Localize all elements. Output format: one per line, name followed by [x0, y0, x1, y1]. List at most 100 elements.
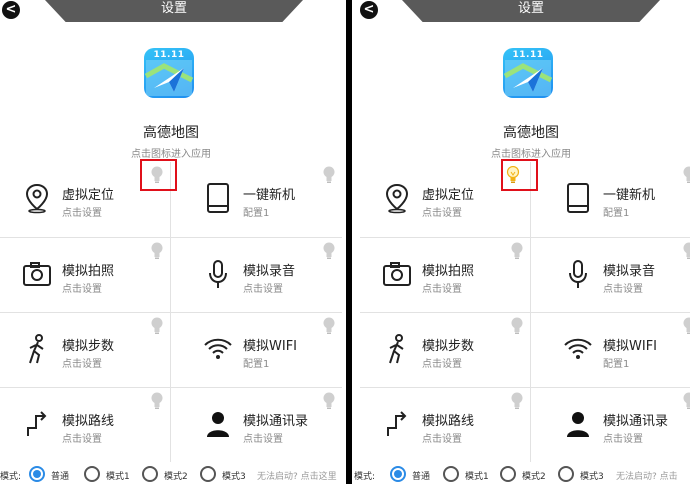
feature-title: 模拟拍照 — [422, 264, 475, 279]
feature-title: 模拟拍照 — [62, 264, 115, 279]
feature-new-device[interactable]: 一键新机 配置1 — [531, 162, 690, 237]
feature-steps[interactable]: 模拟步数 点击设置 — [360, 312, 531, 387]
walking-icon — [29, 334, 44, 364]
wifi-icon — [204, 338, 232, 359]
feature-route[interactable]: 模拟路线 点击设置 — [360, 387, 531, 462]
feature-subtitle: 点击设置 — [62, 284, 102, 295]
feature-title: 模拟录音 — [243, 264, 296, 279]
mode-radio-1[interactable] — [443, 466, 459, 482]
feature-route[interactable]: 模拟路线 点击设置 — [0, 387, 171, 462]
lightbulb-icon[interactable] — [682, 317, 690, 335]
feature-subtitle: 点击设置 — [243, 284, 283, 295]
mode-label: 模式: — [354, 472, 376, 482]
feature-photo[interactable]: 模拟拍照 点击设置 — [0, 237, 171, 312]
feature-subtitle: 点击设置 — [243, 434, 283, 445]
microphone-icon — [209, 260, 227, 288]
feature-subtitle: 配置1 — [603, 208, 630, 219]
feature-title: 一键新机 — [243, 188, 296, 203]
feature-contacts[interactable]: 模拟通讯录 点击设置 — [171, 387, 342, 462]
mode-radio-2[interactable] — [142, 466, 158, 482]
mode-radio-3[interactable] — [558, 466, 574, 482]
feature-title: 模拟步数 — [62, 339, 115, 354]
lightbulb-icon[interactable] — [682, 392, 690, 410]
feature-subtitle: 配置1 — [243, 359, 270, 370]
page-title: 设置 — [45, 0, 303, 22]
lightbulb-icon[interactable] — [150, 242, 164, 260]
phone-device-icon — [207, 183, 229, 213]
feature-title: 虚拟定位 — [62, 188, 115, 203]
mode-radio-normal[interactable] — [390, 466, 406, 482]
feature-new-device[interactable]: 一键新机 配置1 — [171, 162, 342, 237]
lightbulb-icon[interactable] — [322, 242, 336, 260]
app-icon[interactable]: 11.11 — [144, 48, 194, 98]
right-screen: < 设置 11.11 高德地图 点击图标进入应用 虚拟定位 点击设置 一键新机 … — [352, 0, 690, 484]
feature-subtitle: 点击设置 — [422, 208, 462, 219]
feature-contacts[interactable]: 模拟通讯录 点击设置 — [531, 387, 690, 462]
mode-bar: 模式: 普通 模式1 模式2 模式3 无法启动? 点击 — [352, 464, 690, 484]
lightbulb-icon[interactable] — [150, 317, 164, 335]
feature-title: 模拟通讯录 — [603, 414, 669, 429]
contact-person-icon — [567, 412, 589, 437]
mode-bar: 模式: 普通 模式1 模式2 模式3 无法启动? 点击这里 — [0, 464, 346, 484]
camera-icon — [23, 262, 51, 286]
feature-subtitle: 点击设置 — [603, 284, 643, 295]
location-pin-icon — [385, 183, 409, 214]
lightbulb-icon[interactable] — [322, 166, 336, 184]
contact-person-icon — [207, 412, 229, 437]
feature-grid: 虚拟定位 点击设置 一键新机 配置1 模拟拍照 点击设置 模拟录音 点击设置 模… — [0, 162, 342, 462]
navigation-arrow-icon — [503, 60, 553, 96]
mode-option-label: 模式1 — [465, 472, 489, 482]
mode-option-label: 普通 — [51, 472, 70, 482]
mode-radio-normal[interactable] — [29, 466, 45, 482]
lightbulb-icon[interactable] — [682, 242, 690, 260]
feature-grid: 虚拟定位 点击设置 一键新机 配置1 模拟拍照 点击设置 模拟录音 点击设置 模… — [360, 162, 690, 462]
mode-option-label: 模式3 — [580, 472, 604, 482]
feature-wifi[interactable]: 模拟WIFI 配置1 — [531, 312, 690, 387]
camera-icon — [383, 262, 411, 286]
lightbulb-icon[interactable] — [682, 166, 690, 184]
feature-subtitle: 配置1 — [603, 359, 630, 370]
lightbulb-icon[interactable] — [510, 242, 524, 260]
mode-option-label: 模式1 — [106, 472, 130, 482]
mode-option-label: 模式3 — [222, 472, 246, 482]
feature-title: 模拟通讯录 — [243, 414, 309, 429]
app-icon[interactable]: 11.11 — [503, 48, 553, 98]
back-button[interactable]: < — [360, 1, 378, 19]
feature-wifi[interactable]: 模拟WIFI 配置1 — [171, 312, 342, 387]
app-hint: 点击图标进入应用 — [491, 149, 571, 160]
help-link[interactable]: 无法启动? 点击这里 — [257, 469, 337, 482]
feature-photo[interactable]: 模拟拍照 点击设置 — [360, 237, 531, 312]
lightbulb-icon[interactable] — [510, 392, 524, 410]
lightbulb-icon[interactable] — [150, 392, 164, 410]
route-arrow-icon — [387, 411, 407, 436]
mode-radio-2[interactable] — [500, 466, 516, 482]
highlight-box — [140, 159, 177, 191]
mode-option-label: 模式2 — [522, 472, 546, 482]
mode-option-label: 普通 — [412, 472, 431, 482]
app-hint: 点击图标进入应用 — [131, 149, 211, 160]
lightbulb-icon[interactable] — [322, 392, 336, 410]
feature-record[interactable]: 模拟录音 点击设置 — [171, 237, 342, 312]
mode-option-label: 模式2 — [164, 472, 188, 482]
page-title: 设置 — [402, 0, 660, 22]
highlight-box — [501, 159, 538, 191]
feature-subtitle: 点击设置 — [422, 359, 462, 370]
feature-title: 一键新机 — [603, 188, 656, 203]
feature-title: 虚拟定位 — [422, 188, 475, 203]
back-button[interactable]: < — [2, 1, 20, 19]
lightbulb-icon[interactable] — [322, 317, 336, 335]
lightbulb-icon[interactable] — [510, 317, 524, 335]
mode-radio-3[interactable] — [200, 466, 216, 482]
feature-steps[interactable]: 模拟步数 点击设置 — [0, 312, 171, 387]
feature-record[interactable]: 模拟录音 点击设置 — [531, 237, 690, 312]
mode-radio-1[interactable] — [84, 466, 100, 482]
feature-title: 模拟WIFI — [243, 339, 297, 354]
feature-title: 模拟路线 — [422, 414, 475, 429]
feature-title: 模拟路线 — [62, 414, 115, 429]
feature-subtitle: 点击设置 — [62, 359, 102, 370]
help-link[interactable]: 无法启动? 点击 — [616, 469, 678, 482]
mode-label: 模式: — [0, 472, 22, 482]
feature-title: 模拟WIFI — [603, 339, 657, 354]
route-arrow-icon — [27, 411, 47, 436]
feature-subtitle: 配置1 — [243, 208, 270, 219]
